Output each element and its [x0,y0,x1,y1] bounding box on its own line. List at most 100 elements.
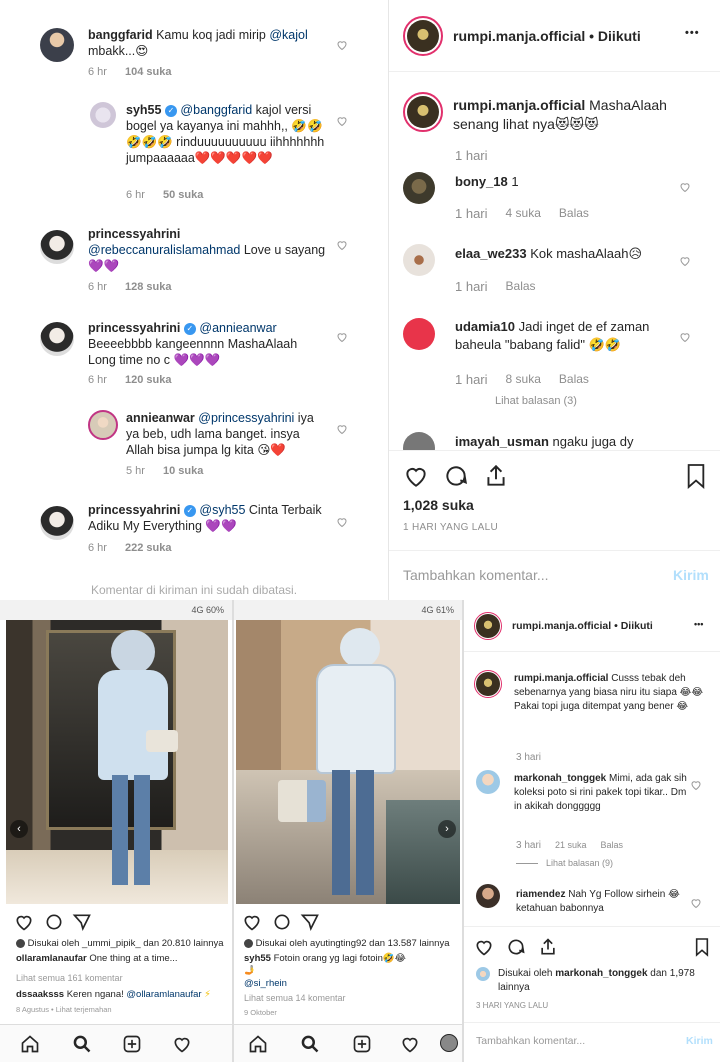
comment-text: princessyahrini @rebeccanuralislamahmad L… [88,227,326,273]
verified-icon: ✓ [183,322,196,335]
heart-icon[interactable] [336,38,348,51]
liked-by[interactable]: Disukai oleh markonah_tonggek dan 1,978 … [498,967,708,995]
caption-text: ollaramlanaufar One thing at a time... [16,953,178,964]
post-date: 9 Oktober [244,1008,277,1017]
post-photo[interactable]: ‹ [6,620,228,904]
comment-meta: 3 hari 21 suka Balas [516,840,624,851]
view-all-comments[interactable]: Lihat semua 161 komentar [16,973,123,983]
heart-icon[interactable] [336,238,348,251]
liked-by[interactable]: Disukai oleh ayutingting92 dan 13.587 la… [244,938,462,949]
avatar[interactable] [403,172,435,204]
comment-text: dssaaksss Keren ngana! @ollaramlanaufar … [16,989,211,1000]
bookmark-icon[interactable] [694,937,710,957]
header-username[interactable]: rumpi.manja.official • Diikuti [512,620,653,632]
avatar[interactable] [476,884,500,908]
avatar[interactable] [474,612,502,640]
comment-text: markonah_tonggek Mimi, ada gak sih kolek… [514,773,687,812]
like-icon[interactable] [474,937,494,957]
comment-icon[interactable] [506,937,526,957]
share-icon[interactable] [300,912,320,932]
comment-icon[interactable] [272,912,292,932]
comment-meta: 1 hari Balas [455,279,536,294]
partial-comment: imayah_usman ngaku juga dy [389,430,720,450]
activity-icon[interactable] [172,1034,192,1054]
more-options-icon[interactable]: ••• [685,27,700,39]
post-comment-button[interactable]: Kirim [686,1035,713,1047]
person-figure [111,630,155,674]
avatar[interactable] [40,506,74,540]
post-date: 8 Agustus • Lihat terjemahan [16,1005,112,1014]
avatar[interactable] [476,770,500,794]
avatar[interactable] [40,230,74,264]
mention-link[interactable]: @si_rhein [244,978,287,989]
avatar[interactable] [40,28,74,62]
heart-icon[interactable] [679,254,691,267]
search-icon[interactable] [72,1034,92,1054]
avatar[interactable] [403,244,435,276]
like-icon[interactable] [14,912,34,932]
avatar[interactable] [88,410,118,440]
comment-text: udamia10 Jadi inget de ef zaman baheula … [455,319,650,352]
comment-text: princessyahrini ✓ @syh55 Cinta Terbaik A… [88,503,322,533]
avatar[interactable] [476,967,490,981]
carousel-right-icon[interactable]: › [438,820,456,838]
liked-by[interactable]: Disukai oleh _ummi_pipik_ dan 20.810 lai… [16,938,230,949]
home-icon[interactable] [20,1034,40,1054]
search-icon[interactable] [300,1034,320,1054]
avatar[interactable] [403,16,443,56]
add-comment-input[interactable]: Tambahkan komentar... [403,567,549,583]
caption-text: rumpi.manja.official MashaAlaah senang l… [453,97,667,132]
avatar[interactable] [90,102,116,128]
avatar[interactable] [403,318,435,350]
heart-icon[interactable] [679,180,691,193]
heart-icon[interactable] [336,330,348,343]
caption-text: rumpi.manja.official Cusss tebak deh seb… [514,673,704,712]
post-date: 1 HARI YANG LALU [403,522,499,533]
view-all-comments[interactable]: Lihat semua 14 komentar [244,993,346,1003]
comment-text: banggfarid Kamu koq jadi mirip @kajol mb… [88,28,308,58]
avatar[interactable] [474,670,502,698]
like-icon[interactable] [403,463,429,489]
heart-icon[interactable] [336,515,348,528]
like-icon[interactable] [242,912,262,932]
comment-meta: 6 hr 120 suka [88,374,172,386]
heart-icon[interactable] [336,422,348,435]
home-icon[interactable] [248,1034,268,1054]
comment-icon[interactable] [44,912,64,932]
carousel-left-icon[interactable]: ‹ [10,820,28,838]
new-post-icon[interactable] [352,1034,372,1054]
add-comment-bar: Tambahkan komentar... Kirim [389,550,720,600]
avatar[interactable] [403,92,443,132]
comment-icon[interactable] [443,463,469,489]
verified-icon: ✓ [183,504,196,517]
profile-avatar[interactable] [440,1034,458,1052]
caption-emoji: 🤳 [244,965,256,975]
avatar[interactable] [40,322,74,356]
post-detail-panel-small: rumpi.manja.official • Diikuti ••• rumpi… [462,600,720,1062]
share-icon[interactable] [483,463,509,489]
add-comment-input[interactable]: Tambahkan komentar... [476,1035,585,1047]
comment-text: bony_18 1 [455,174,519,189]
status-bar: 4G 60% [0,600,232,620]
header-username[interactable]: rumpi.manja.official • Diikuti [453,28,641,44]
heart-icon[interactable] [336,114,348,127]
heart-icon[interactable] [690,896,701,909]
heart-icon[interactable] [690,778,701,791]
comment-text: syh55 ✓ @banggfarid kajol versi bogel ya… [126,103,325,165]
heart-icon[interactable] [679,330,691,343]
likes-count[interactable]: 1,028 suka [403,497,474,513]
status-bar: 4G 61% [234,600,462,620]
post-photo[interactable]: › [236,620,460,904]
view-replies-link[interactable]: Lihat balasan (9) [516,858,613,868]
share-icon[interactable] [538,937,558,957]
share-icon[interactable] [72,912,92,932]
post-comment-button[interactable]: Kirim [673,567,709,583]
more-options-icon[interactable]: ••• [694,619,703,629]
action-bar: 1,028 suka 1 HARI YANG LALU [389,450,720,550]
bookmark-icon[interactable] [685,463,707,490]
avatar[interactable] [403,432,435,450]
view-replies-link[interactable]: Lihat balasan (3) [495,395,577,407]
activity-icon[interactable] [400,1034,420,1054]
post-header: rumpi.manja.official • Diikuti ••• [464,600,720,652]
new-post-icon[interactable] [122,1034,142,1054]
